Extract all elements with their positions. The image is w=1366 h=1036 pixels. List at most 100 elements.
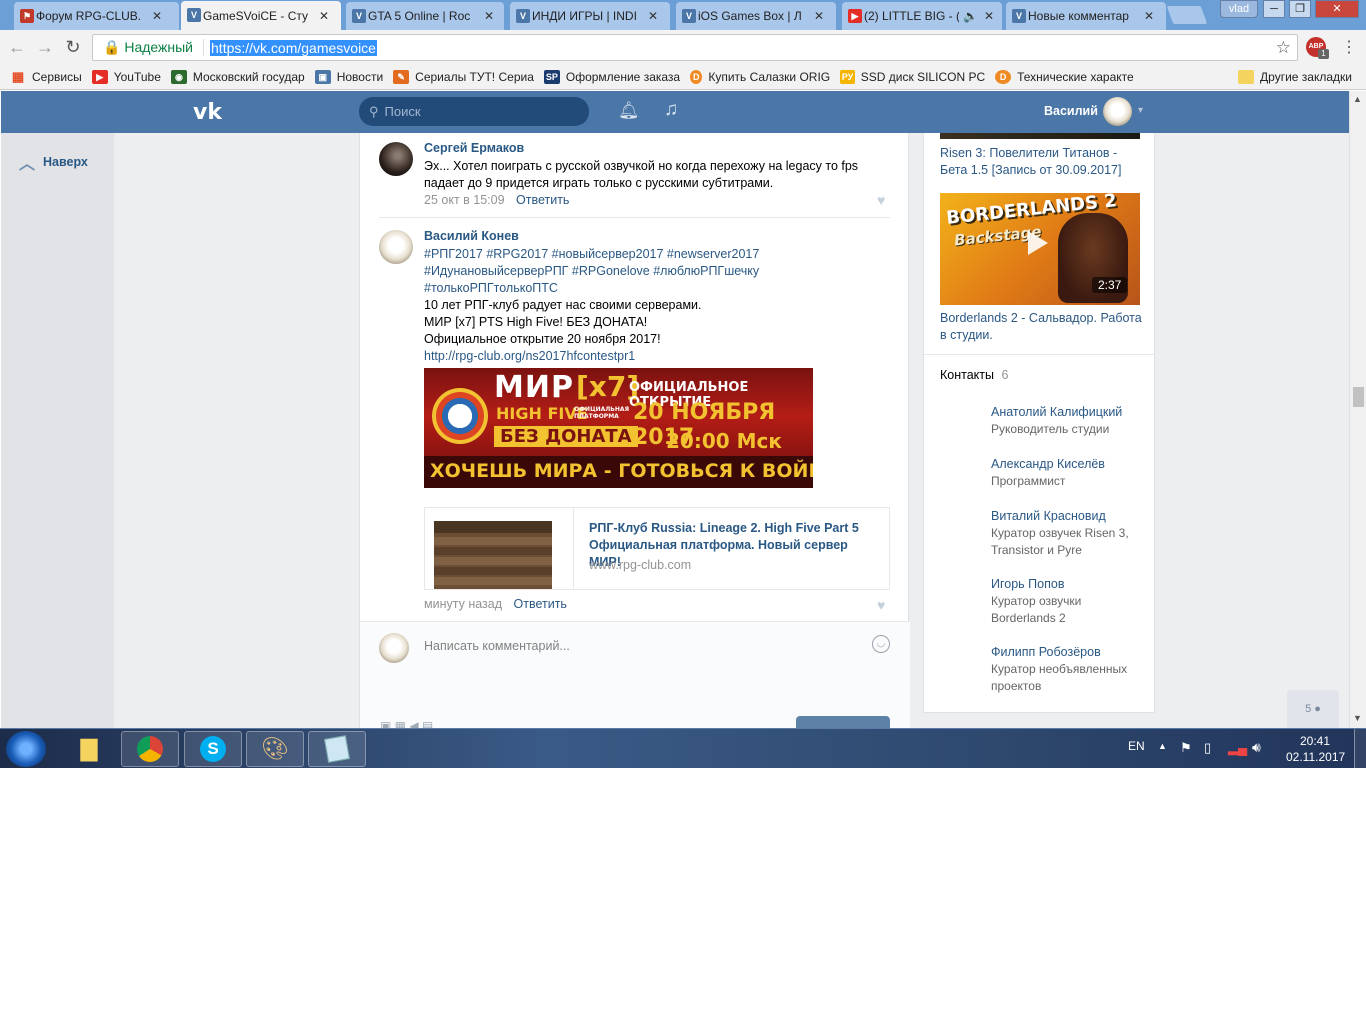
device-icon[interactable]: ▯: [1204, 740, 1211, 756]
user-name[interactable]: Василий: [1044, 104, 1098, 118]
secure-indicator[interactable]: 🔒 Надежный: [93, 39, 205, 56]
attach-icons[interactable]: ▣ ▦ ◀ ▤: [380, 719, 433, 728]
close-icon[interactable]: ✕: [648, 9, 658, 23]
hashtags[interactable]: #ИдунановыйсерверРПГ #RPGonelove #люблюР…: [424, 263, 894, 280]
contact-item[interactable]: Анатолий Калифицкий Руководитель студии: [991, 404, 1141, 438]
bookmark-moscow[interactable]: ◉ Московский государ: [170, 69, 305, 84]
network-icon[interactable]: ▂▄: [1228, 740, 1247, 756]
forward-button[interactable]: →: [34, 36, 56, 58]
volume-icon[interactable]: 🔊︎: [1252, 739, 1261, 756]
tab-little-big[interactable]: ▶ (2) LITTLE BIG - (🔈 ✕: [842, 2, 1002, 30]
close-icon[interactable]: ✕: [319, 9, 329, 23]
address-bar[interactable]: 🔒 Надежный https://vk.com/gamesvoice ☆: [92, 34, 1298, 61]
video-title[interactable]: Borderlands 2 - Сальвадор. Работа в студ…: [940, 310, 1145, 344]
star-icon[interactable]: ☆: [1276, 38, 1291, 58]
close-icon[interactable]: ✕: [1144, 9, 1154, 23]
contacts-header[interactable]: Контакты 6: [940, 368, 1008, 382]
comment-author[interactable]: Василий Конев: [424, 229, 519, 243]
play-icon[interactable]: [1028, 231, 1048, 255]
reply-button[interactable]: Ответить: [516, 193, 569, 207]
music-icon[interactable]: ♫: [664, 99, 678, 121]
heart-icon[interactable]: ♥: [877, 597, 885, 613]
tab-indi[interactable]: V ИНДИ ИГРЫ | INDI ✕: [510, 2, 670, 30]
video-title[interactable]: Risen 3: Повелители Титанов - Бета 1.5 […: [940, 145, 1140, 179]
chevron-down-icon[interactable]: ▾: [1138, 105, 1143, 116]
tray-expand-icon[interactable]: ▲: [1158, 741, 1167, 751]
bookmark-news[interactable]: ▣ Новости: [314, 69, 383, 84]
tab-gamesvoice[interactable]: V GameSVoiCE - Сту ✕: [181, 1, 341, 30]
bookmarks-bar: ▦ Сервисы ▶ YouTube ◉ Московский государ ▣ Н…: [0, 64, 1366, 90]
start-button[interactable]: [6, 731, 46, 767]
video-thumbnail[interactable]: BORDERLANDS 2 Backstage 2:37: [940, 193, 1140, 305]
flag-icon: ⚑: [20, 9, 34, 23]
smile-icon[interactable]: ◡: [872, 635, 890, 653]
action-center-icon[interactable]: ⚑: [1180, 740, 1192, 756]
speaker-icon[interactable]: 🔈: [963, 9, 978, 23]
bookmark-sled[interactable]: D Купить Салазки ORIG: [690, 69, 830, 84]
user-avatar[interactable]: [1103, 97, 1132, 126]
profile-badge[interactable]: vlad: [1220, 0, 1258, 18]
tab-rpg-club[interactable]: ⚑ Форум RPG-CLUB. ✕: [14, 2, 179, 30]
comment-author[interactable]: Сергей Ермаков: [424, 141, 524, 155]
bookmark-youtube[interactable]: ▶ YouTube: [91, 69, 161, 84]
other-bookmarks[interactable]: Другие закладки: [1238, 69, 1352, 84]
close-icon[interactable]: ✕: [984, 9, 994, 23]
chrome-app[interactable]: [121, 731, 179, 767]
clock[interactable]: 20:41 02.11.2017: [1286, 733, 1345, 765]
notepad-app[interactable]: [308, 731, 366, 767]
bell-icon[interactable]: 🔔︎: [618, 101, 640, 121]
back-to-top-button[interactable]: ︿ Наверх: [19, 150, 88, 174]
avatar[interactable]: [379, 142, 413, 176]
link-snippet[interactable]: РПГ-Клуб Russia: Lineage 2. High Five Pa…: [424, 507, 890, 590]
skype-app[interactable]: S: [184, 731, 242, 767]
lock-icon: 🔒: [103, 39, 121, 55]
avatar[interactable]: [379, 230, 413, 264]
page-scrollbar[interactable]: ▲ ▼: [1349, 91, 1366, 728]
menu-icon[interactable]: ⋮: [1341, 37, 1357, 57]
bookmark-order[interactable]: SP Оформление заказа: [543, 69, 680, 84]
banner-image[interactable]: МИР [x7] HIGH FIVE ОФИЦИАЛЬНАЯ ПЛАТФОРМА…: [424, 368, 813, 488]
close-icon[interactable]: ✕: [484, 9, 494, 23]
show-desktop-button[interactable]: [1354, 729, 1366, 769]
explorer-app[interactable]: ▇: [60, 731, 118, 767]
contact-item[interactable]: Александр Киселёв Программист: [991, 456, 1141, 490]
scroll-down-arrow[interactable]: ▼: [1353, 713, 1362, 723]
reply-button[interactable]: Ответить: [514, 597, 567, 611]
maximize-button[interactable]: ❐: [1289, 0, 1311, 18]
video-thumbnail[interactable]: [940, 133, 1140, 139]
close-icon[interactable]: ✕: [152, 9, 162, 23]
contact-item[interactable]: Игорь Попов Куратор озвучки Borderlands …: [991, 576, 1141, 627]
scroll-thumb[interactable]: [1353, 387, 1364, 407]
comment-input[interactable]: Написать комментарий...: [424, 639, 570, 653]
new-tab-button[interactable]: [1166, 6, 1208, 24]
bookmark-specs[interactable]: D Технические характе: [995, 69, 1134, 84]
send-button[interactable]: [796, 716, 890, 728]
scroll-up-arrow[interactable]: ▲: [1353, 94, 1362, 104]
url-text[interactable]: https://vk.com/gamesvoice: [210, 39, 377, 56]
contact-item[interactable]: Виталий Красновид Куратор озвучек Risen …: [991, 508, 1141, 559]
bookmark-services[interactable]: ▦ Сервисы: [10, 70, 82, 84]
left-strip: [1, 133, 114, 728]
reload-button[interactable]: ↻: [62, 36, 84, 58]
bookmark-ssd[interactable]: РУ SSD диск SILICON PC: [840, 69, 985, 84]
chevron-up-icon: ︿: [19, 156, 36, 173]
tab-gta5[interactable]: V GTA 5 Online | Roc ✕: [346, 2, 504, 30]
heart-icon[interactable]: ♥: [877, 192, 885, 208]
language-indicator[interactable]: EN: [1128, 739, 1145, 753]
tab-ios-games[interactable]: V iOS Games Box | Л ✕: [676, 2, 836, 30]
online-friends-button[interactable]: 5 ●: [1287, 690, 1339, 728]
back-button[interactable]: ←: [6, 36, 28, 58]
tab-new-comments[interactable]: V Новые комментар ✕: [1006, 2, 1166, 30]
paint-app[interactable]: 🎨︎: [246, 731, 304, 767]
hashtags[interactable]: #РПГ2017 #RPG2017 #новыйсервер2017 #news…: [424, 246, 894, 263]
vk-logo[interactable]: vk: [193, 100, 222, 125]
close-window-button[interactable]: ✕: [1315, 0, 1359, 18]
post-link[interactable]: http://rpg-club.org/ns2017hfcontestpr1: [424, 348, 894, 365]
bookmark-serials[interactable]: ✎ Сериалы ТУТ! Сериа: [393, 69, 534, 84]
close-icon[interactable]: ✕: [814, 9, 824, 23]
contact-item[interactable]: Филипп Робозёров Куратор необъявленных п…: [991, 644, 1141, 695]
hashtags[interactable]: #толькоРПГтолькоПТС: [424, 280, 894, 297]
minimize-button[interactable]: ─: [1263, 0, 1285, 18]
video-duration: 2:37: [1092, 277, 1128, 293]
search-input[interactable]: ⚲ Поиск: [359, 97, 589, 126]
